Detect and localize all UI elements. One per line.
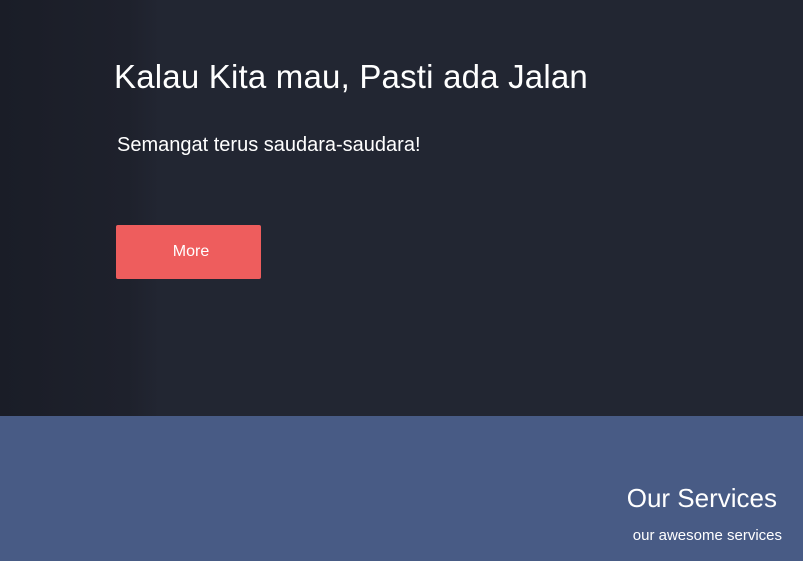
more-button[interactable]: More — [116, 225, 261, 279]
services-title: Our Services — [626, 483, 777, 513]
services-subtitle: our awesome services — [632, 527, 782, 544]
hero-subtitle: Semangat terus saudara-saudara! — [117, 134, 421, 156]
hero-title: Kalau Kita mau, Pasti ada Jalan — [114, 58, 588, 95]
hero-section: Kalau Kita mau, Pasti ada Jalan Semangat… — [0, 0, 803, 416]
services-section: Our Services our awesome services — [0, 416, 803, 561]
